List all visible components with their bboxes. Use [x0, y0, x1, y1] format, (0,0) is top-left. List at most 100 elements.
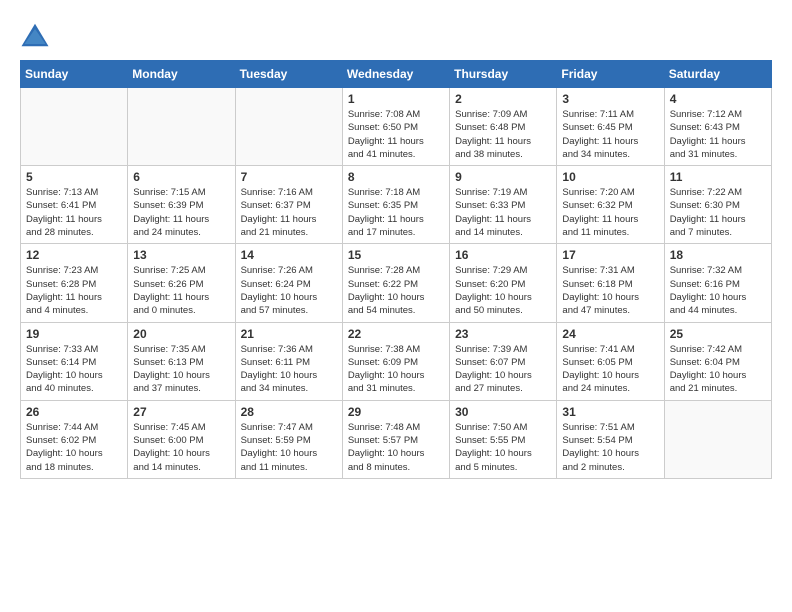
day-info: Sunrise: 7:35 AM Sunset: 6:13 PM Dayligh… [133, 343, 229, 396]
day-number: 2 [455, 92, 551, 106]
day-info: Sunrise: 7:36 AM Sunset: 6:11 PM Dayligh… [241, 343, 337, 396]
day-number: 14 [241, 248, 337, 262]
calendar-cell: 14 Sunrise: 7:26 AM Sunset: 6:24 PM Dayli… [235, 244, 342, 322]
calendar-week-row: 1 Sunrise: 7:08 AM Sunset: 6:50 PM Daylig… [21, 88, 772, 166]
calendar-cell: 25Sunrise: 7:42 AM Sunset: 6:04 PM Dayli… [664, 322, 771, 400]
calendar-cell: 30 Sunrise: 7:50 AM Sunset: 5:55 PM Dayli… [450, 400, 557, 478]
day-info: Sunrise: 7:20 AM Sunset: 6:32 PM Dayligh… [562, 186, 658, 239]
day-info: Sunrise: 7:45 AM Sunset: 6:00 PM Dayligh… [133, 421, 229, 474]
day-number: 19 [26, 327, 122, 341]
day-info: Sunrise: 7:32 AM Sunset: 6:16 PM Dayligh… [670, 264, 766, 317]
logo [20, 20, 54, 50]
page-header [20, 20, 772, 50]
calendar-cell: 7Sunrise: 7:16 AM Sunset: 6:37 PM Daylig… [235, 166, 342, 244]
day-number: 29 [348, 405, 444, 419]
calendar-cell: 20 Sunrise: 7:35 AM Sunset: 6:13 PM Dayli… [128, 322, 235, 400]
calendar-cell: 19 Sunrise: 7:33 AM Sunset: 6:14 PM Dayli… [21, 322, 128, 400]
calendar-cell: 27 Sunrise: 7:45 AM Sunset: 6:00 PM Dayli… [128, 400, 235, 478]
weekday-header-monday: Monday [128, 61, 235, 88]
calendar-cell: 12 Sunrise: 7:23 AM Sunset: 6:28 PM Dayli… [21, 244, 128, 322]
calendar-cell: 24 Sunrise: 7:41 AM Sunset: 6:05 PM Dayli… [557, 322, 664, 400]
calendar-cell: 23Sunrise: 7:39 AM Sunset: 6:07 PM Dayli… [450, 322, 557, 400]
day-info: Sunrise: 7:41 AM Sunset: 6:05 PM Dayligh… [562, 343, 658, 396]
day-number: 21 [241, 327, 337, 341]
day-number: 8 [348, 170, 444, 184]
calendar-week-row: 26 Sunrise: 7:44 AM Sunset: 6:02 PM Dayli… [21, 400, 772, 478]
weekday-header-wednesday: Wednesday [342, 61, 449, 88]
day-number: 22 [348, 327, 444, 341]
calendar-table: SundayMondayTuesdayWednesdayThursdayFrid… [20, 60, 772, 479]
day-number: 16 [455, 248, 551, 262]
calendar-cell [235, 88, 342, 166]
day-number: 4 [670, 92, 766, 106]
day-info: Sunrise: 7:15 AM Sunset: 6:39 PM Dayligh… [133, 186, 229, 239]
day-info: Sunrise: 7:31 AM Sunset: 6:18 PM Dayligh… [562, 264, 658, 317]
logo-icon [20, 20, 50, 50]
day-info: Sunrise: 7:19 AM Sunset: 6:33 PM Dayligh… [455, 186, 551, 239]
weekday-header-sunday: Sunday [21, 61, 128, 88]
calendar-cell: 1 Sunrise: 7:08 AM Sunset: 6:50 PM Daylig… [342, 88, 449, 166]
day-info: Sunrise: 7:12 AM Sunset: 6:43 PM Dayligh… [670, 108, 766, 161]
day-info: Sunrise: 7:44 AM Sunset: 6:02 PM Dayligh… [26, 421, 122, 474]
day-number: 5 [26, 170, 122, 184]
calendar-cell [21, 88, 128, 166]
calendar-cell: 15Sunrise: 7:28 AM Sunset: 6:22 PM Dayli… [342, 244, 449, 322]
day-info: Sunrise: 7:29 AM Sunset: 6:20 PM Dayligh… [455, 264, 551, 317]
day-info: Sunrise: 7:33 AM Sunset: 6:14 PM Dayligh… [26, 343, 122, 396]
day-number: 18 [670, 248, 766, 262]
calendar-cell: 10 Sunrise: 7:20 AM Sunset: 6:32 PM Dayli… [557, 166, 664, 244]
day-number: 1 [348, 92, 444, 106]
day-number: 13 [133, 248, 229, 262]
day-number: 17 [562, 248, 658, 262]
day-number: 20 [133, 327, 229, 341]
day-info: Sunrise: 7:18 AM Sunset: 6:35 PM Dayligh… [348, 186, 444, 239]
day-number: 12 [26, 248, 122, 262]
day-number: 7 [241, 170, 337, 184]
day-number: 9 [455, 170, 551, 184]
calendar-cell: 2 Sunrise: 7:09 AM Sunset: 6:48 PM Daylig… [450, 88, 557, 166]
calendar-cell: 29Sunrise: 7:48 AM Sunset: 5:57 PM Dayli… [342, 400, 449, 478]
calendar-cell: 5 Sunrise: 7:13 AM Sunset: 6:41 PM Daylig… [21, 166, 128, 244]
day-info: Sunrise: 7:23 AM Sunset: 6:28 PM Dayligh… [26, 264, 122, 317]
calendar-cell [128, 88, 235, 166]
day-number: 11 [670, 170, 766, 184]
day-number: 26 [26, 405, 122, 419]
day-info: Sunrise: 7:22 AM Sunset: 6:30 PM Dayligh… [670, 186, 766, 239]
day-number: 31 [562, 405, 658, 419]
day-number: 25 [670, 327, 766, 341]
day-info: Sunrise: 7:08 AM Sunset: 6:50 PM Dayligh… [348, 108, 444, 161]
calendar-week-row: 5 Sunrise: 7:13 AM Sunset: 6:41 PM Daylig… [21, 166, 772, 244]
calendar-cell: 21 Sunrise: 7:36 AM Sunset: 6:11 PM Dayli… [235, 322, 342, 400]
day-info: Sunrise: 7:11 AM Sunset: 6:45 PM Dayligh… [562, 108, 658, 161]
calendar-cell: 28 Sunrise: 7:47 AM Sunset: 5:59 PM Dayli… [235, 400, 342, 478]
calendar-week-row: 19 Sunrise: 7:33 AM Sunset: 6:14 PM Dayli… [21, 322, 772, 400]
day-info: Sunrise: 7:50 AM Sunset: 5:55 PM Dayligh… [455, 421, 551, 474]
calendar-week-row: 12 Sunrise: 7:23 AM Sunset: 6:28 PM Dayli… [21, 244, 772, 322]
day-number: 24 [562, 327, 658, 341]
calendar-cell: 8 Sunrise: 7:18 AM Sunset: 6:35 PM Daylig… [342, 166, 449, 244]
calendar-cell: 22 Sunrise: 7:38 AM Sunset: 6:09 PM Dayli… [342, 322, 449, 400]
day-number: 30 [455, 405, 551, 419]
day-info: Sunrise: 7:09 AM Sunset: 6:48 PM Dayligh… [455, 108, 551, 161]
day-info: Sunrise: 7:38 AM Sunset: 6:09 PM Dayligh… [348, 343, 444, 396]
day-info: Sunrise: 7:26 AM Sunset: 6:24 PM Dayligh… [241, 264, 337, 317]
weekday-header-tuesday: Tuesday [235, 61, 342, 88]
calendar-cell: 3 Sunrise: 7:11 AM Sunset: 6:45 PM Daylig… [557, 88, 664, 166]
day-info: Sunrise: 7:13 AM Sunset: 6:41 PM Dayligh… [26, 186, 122, 239]
day-number: 3 [562, 92, 658, 106]
weekday-header-saturday: Saturday [664, 61, 771, 88]
calendar-cell: 13 Sunrise: 7:25 AM Sunset: 6:26 PM Dayli… [128, 244, 235, 322]
calendar-cell: 4 Sunrise: 7:12 AM Sunset: 6:43 PM Daylig… [664, 88, 771, 166]
day-number: 6 [133, 170, 229, 184]
calendar-cell: 17 Sunrise: 7:31 AM Sunset: 6:18 PM Dayli… [557, 244, 664, 322]
day-info: Sunrise: 7:25 AM Sunset: 6:26 PM Dayligh… [133, 264, 229, 317]
calendar-cell: 26 Sunrise: 7:44 AM Sunset: 6:02 PM Dayli… [21, 400, 128, 478]
calendar-cell: 31Sunrise: 7:51 AM Sunset: 5:54 PM Dayli… [557, 400, 664, 478]
day-number: 28 [241, 405, 337, 419]
day-number: 27 [133, 405, 229, 419]
day-info: Sunrise: 7:47 AM Sunset: 5:59 PM Dayligh… [241, 421, 337, 474]
day-number: 10 [562, 170, 658, 184]
day-number: 15 [348, 248, 444, 262]
day-number: 23 [455, 327, 551, 341]
calendar-cell: 16 Sunrise: 7:29 AM Sunset: 6:20 PM Dayli… [450, 244, 557, 322]
